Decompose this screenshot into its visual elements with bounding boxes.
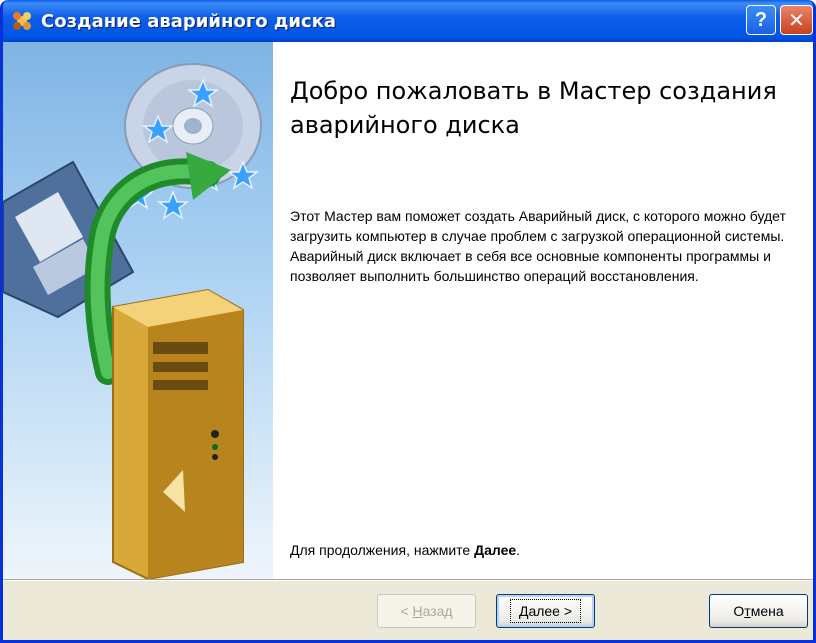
- continue-hint: Для продолжения, нажмите Далее.: [290, 542, 520, 558]
- next-rest: алее >: [528, 603, 573, 619]
- cancel-prefix: О: [733, 603, 745, 619]
- wizard-content: Добро пожаловать в Мастер создания авари…: [273, 42, 813, 579]
- wizard-banner: [3, 42, 273, 579]
- next-hotkey: Д: [518, 603, 529, 619]
- title-bar[interactable]: Создание аварийного диска ? ✕: [3, 0, 813, 42]
- cancel-rest: мена: [750, 603, 784, 619]
- window-title: Создание аварийного диска: [41, 10, 337, 32]
- floppy-cd-computer-illustration: [3, 63, 262, 579]
- hint-suffix: .: [516, 542, 521, 558]
- help-button[interactable]: ?: [746, 5, 776, 35]
- back-prefix: <: [400, 603, 413, 619]
- back-button[interactable]: < Назад: [377, 594, 476, 628]
- computer-tower-icon: [112, 288, 244, 579]
- hint-prefix: Для продолжения, нажмите: [290, 542, 475, 558]
- back-button-label: < Назад: [400, 603, 452, 619]
- next-button-label: Далее >: [509, 599, 582, 623]
- back-rest: азад: [422, 603, 453, 619]
- next-button[interactable]: Далее >: [496, 594, 595, 628]
- button-separator: [3, 579, 813, 581]
- cancel-button[interactable]: Отмена: [709, 594, 808, 628]
- page-title: Добро пожаловать в Мастер создания авари…: [290, 77, 777, 139]
- app-icon: [11, 10, 33, 32]
- hint-next-word: Далее: [474, 542, 517, 558]
- rescue-disk-wizard-window: Создание аварийного диска ? ✕ Добро пожа…: [0, 0, 816, 643]
- back-hotkey: Н: [412, 603, 423, 619]
- cancel-button-label: Отмена: [733, 603, 783, 619]
- close-button[interactable]: ✕: [780, 5, 813, 35]
- wizard-description: Этот Мастер вам поможет создать Аварийны…: [290, 208, 786, 284]
